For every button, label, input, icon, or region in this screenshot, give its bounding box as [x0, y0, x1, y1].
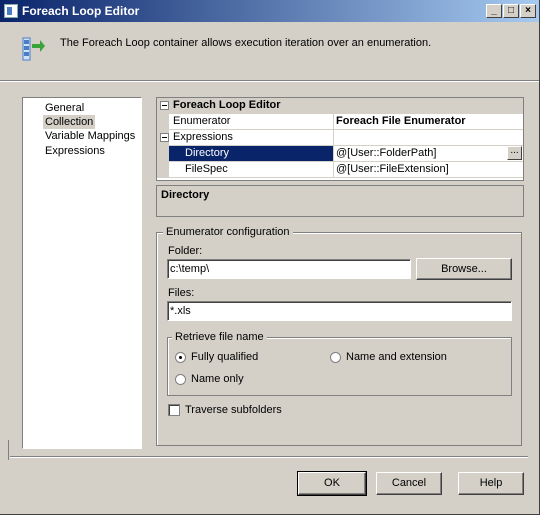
name-and-extension-radio[interactable] [330, 352, 341, 363]
traverse-subfolders-checkbox[interactable] [168, 404, 180, 416]
name-and-extension-label[interactable]: Name and extension [346, 351, 447, 363]
enumerator-configuration-label: Enumerator configuration [163, 226, 293, 238]
ellipsis-button[interactable]: ... [507, 146, 522, 160]
foreach-loop-icon [22, 37, 45, 61]
property-grid: Foreach Loop Editor Enumerator Foreach F… [156, 97, 524, 181]
grid-expressions-row: Expressions [157, 130, 523, 146]
nav-item-variable-mappings[interactable]: Variable Mappings [43, 129, 137, 143]
title-bar[interactable]: Foreach Loop Editor _ □ × [0, 0, 539, 22]
grid-enumerator-label: Enumerator [173, 115, 231, 127]
nav-list: General Collection Variable Mappings Exp… [22, 97, 142, 449]
name-only-radio[interactable] [175, 374, 186, 385]
files-label: Files: [168, 287, 195, 299]
collapse-icon[interactable] [160, 101, 169, 110]
resize-edge [0, 440, 9, 460]
folder-input[interactable]: c:\temp\ [167, 259, 411, 279]
cancel-button[interactable]: Cancel [376, 472, 442, 495]
header-divider [0, 80, 539, 82]
grid-directory-value[interactable]: @[User::FolderPath] [333, 146, 436, 161]
app-icon [4, 4, 18, 18]
grid-directory-label: Directory [169, 146, 333, 161]
maximize-button[interactable]: □ [503, 4, 519, 18]
retrieve-file-name-group: Retrieve file name Fully qualified Name … [167, 331, 512, 396]
nav-item-general[interactable]: General [43, 101, 86, 115]
nav-item-expressions[interactable]: Expressions [43, 144, 107, 158]
footer-divider [10, 456, 528, 458]
help-button[interactable]: Help [458, 472, 524, 495]
grid-row-enumerator[interactable]: Enumerator Foreach File Enumerator [157, 114, 523, 130]
name-only-label[interactable]: Name only [191, 373, 244, 385]
files-input[interactable]: *.xls [167, 301, 512, 321]
property-description: Directory [156, 185, 524, 217]
browse-button[interactable]: Browse... [416, 258, 512, 280]
grid-category-label: Foreach Loop Editor [173, 99, 281, 111]
retrieve-file-name-label: Retrieve file name [172, 331, 267, 343]
fully-qualified-label[interactable]: Fully qualified [191, 351, 258, 363]
grid-row-filespec[interactable]: FileSpec @[User::FileExtension] [157, 162, 523, 178]
ok-button[interactable]: OK [297, 471, 367, 496]
minimize-button[interactable]: _ [486, 4, 502, 18]
header-description: The Foreach Loop container allows execut… [60, 37, 432, 49]
enumerator-configuration-group: Enumerator configuration Folder: c:\temp… [156, 226, 522, 446]
grid-category-row: Foreach Loop Editor [157, 98, 523, 114]
grid-filespec-value[interactable]: @[User::FileExtension] [333, 162, 449, 177]
nav-item-collection[interactable]: Collection [43, 115, 96, 129]
traverse-subfolders-label[interactable]: Traverse subfolders [185, 404, 282, 416]
folder-label: Folder: [168, 245, 203, 257]
collapse-icon[interactable] [160, 133, 169, 142]
window-title: Foreach Loop Editor [22, 4, 140, 18]
close-button[interactable]: × [520, 4, 536, 18]
foreach-loop-editor-window: Foreach Loop Editor _ □ × The Foreach Lo… [0, 0, 540, 515]
grid-row-directory[interactable]: Directory @[User::FolderPath] ... [157, 146, 523, 162]
grid-enumerator-value[interactable]: Foreach File Enumerator [333, 114, 466, 129]
fully-qualified-radio[interactable] [175, 352, 186, 363]
grid-expressions-label: Expressions [173, 131, 233, 143]
grid-filespec-label: FileSpec [185, 163, 228, 175]
